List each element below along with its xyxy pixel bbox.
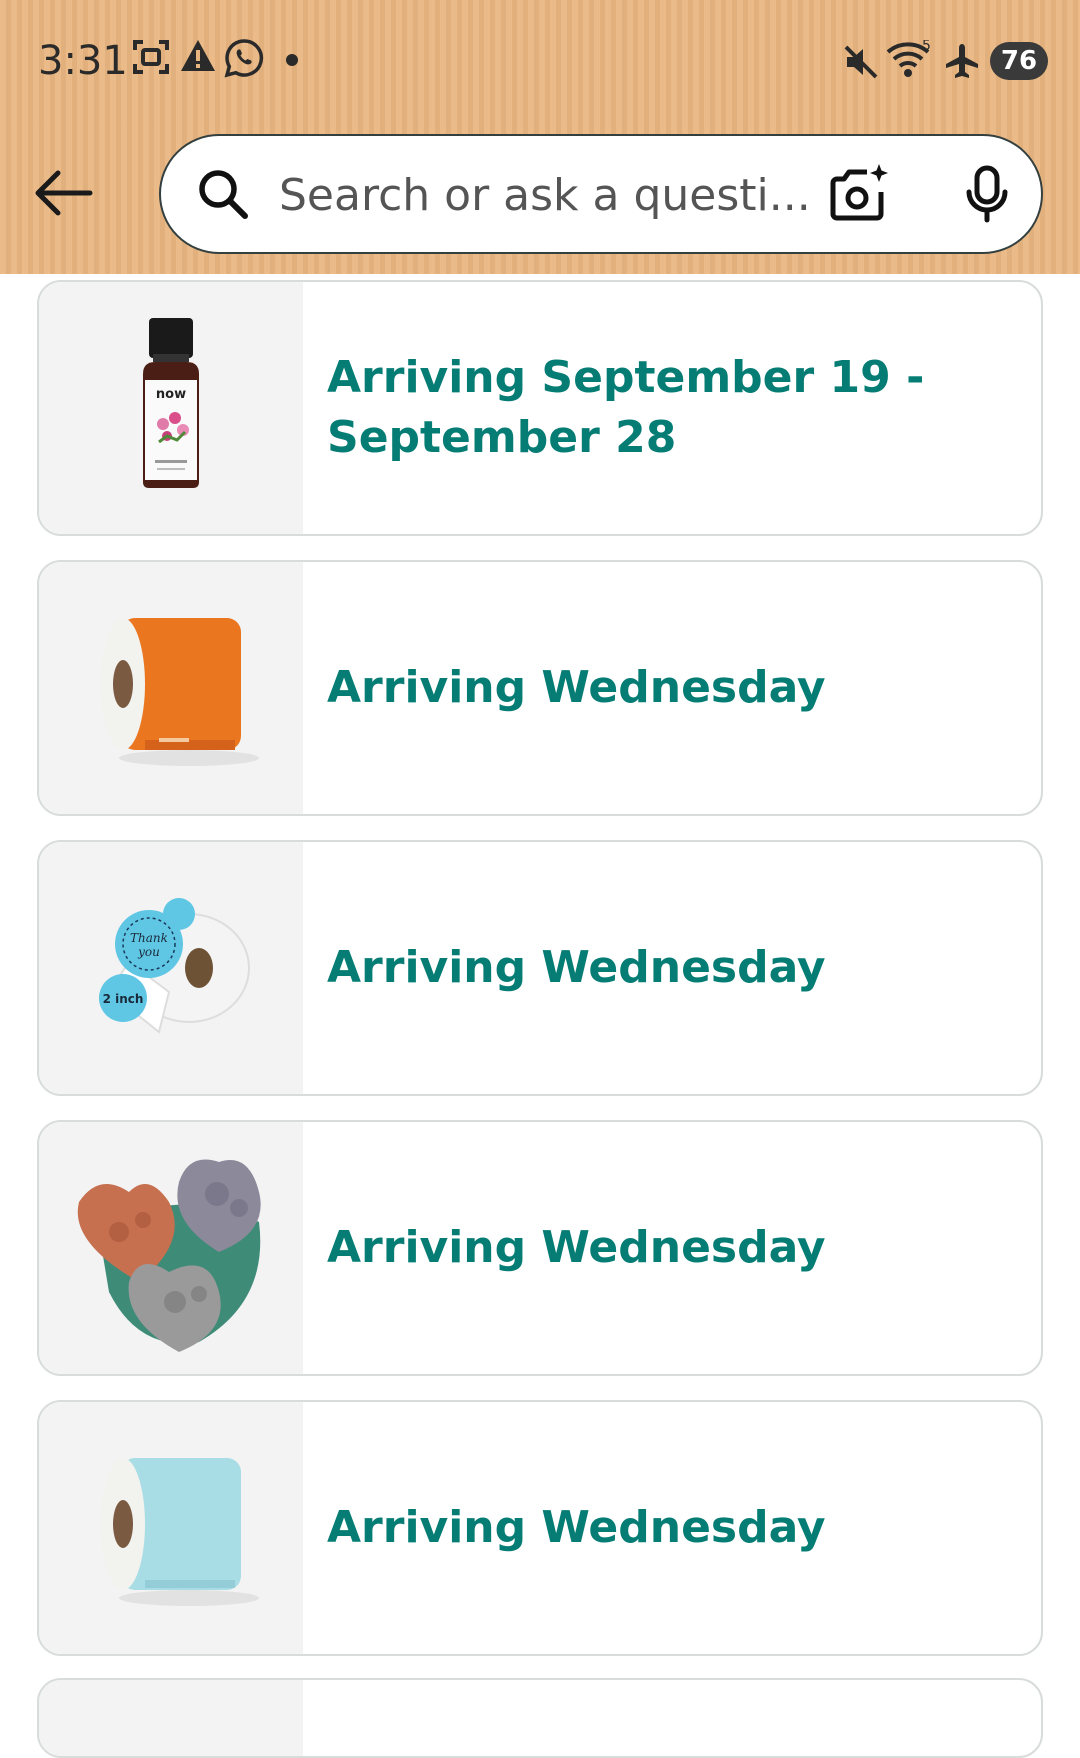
notification-dot-icon <box>286 54 298 66</box>
mute-icon <box>844 45 878 79</box>
airplane-icon <box>946 44 978 78</box>
battery-indicator: 76 <box>990 42 1048 80</box>
order-card[interactable]: Arriving Wednesday <box>37 1400 1043 1656</box>
product-thumbnail <box>39 562 303 814</box>
back-arrow-icon[interactable] <box>30 168 96 218</box>
whatsapp-icon <box>224 39 264 78</box>
arrival-status: Arriving September 19 - September 28 <box>327 352 925 463</box>
product-thumbnail <box>39 1122 303 1374</box>
header: 3:31 5 76 Search or ask a questi... <box>0 0 1080 274</box>
order-card[interactable]: now Arriving September 19 - September 28 <box>37 280 1043 536</box>
order-card[interactable]: Thank you 2 inch Arriving Wednesday <box>37 840 1043 1096</box>
search-icon <box>199 170 248 219</box>
microphone-icon[interactable] <box>959 164 1015 224</box>
status-bar: 3:31 5 76 <box>0 0 1080 120</box>
svg-text:you: you <box>137 945 160 959</box>
search-bar[interactable] <box>159 134 1043 254</box>
svg-text:now: now <box>156 387 186 402</box>
order-card[interactable] <box>37 1678 1043 1758</box>
arrival-status: Arriving Wednesday <box>327 662 826 713</box>
wifi-label: 5 <box>922 40 931 54</box>
product-thumbnail <box>39 1402 303 1654</box>
product-thumbnail <box>39 1680 303 1756</box>
arrival-status: Arriving Wednesday <box>327 1502 826 1553</box>
arrival-status: Arriving Wednesday <box>327 942 826 993</box>
order-card[interactable]: Arriving Wednesday <box>37 1120 1043 1376</box>
order-card[interactable]: Arriving Wednesday <box>37 560 1043 816</box>
wifi-icon: 5 <box>886 40 931 77</box>
product-thumbnail: Thank you 2 inch <box>39 842 303 1094</box>
camera-sparkle-icon[interactable] <box>829 162 891 224</box>
screenshot-icon <box>133 40 169 74</box>
warning-icon <box>181 40 215 71</box>
orange-label-roll-image <box>101 618 259 766</box>
svg-text:2 inch: 2 inch <box>103 992 144 1006</box>
thank-you-sticker-roll-image: Thank you 2 inch <box>99 898 250 1034</box>
arrival-status: Arriving Wednesday <box>327 1222 826 1273</box>
svg-text:Thank: Thank <box>130 931 168 945</box>
status-time: 3:31 <box>38 38 128 84</box>
essential-oil-bottle-image: now <box>143 318 199 488</box>
heart-soap-mold-image <box>77 1159 261 1352</box>
product-thumbnail: now <box>39 282 303 534</box>
light-blue-label-roll-image <box>101 1458 259 1606</box>
